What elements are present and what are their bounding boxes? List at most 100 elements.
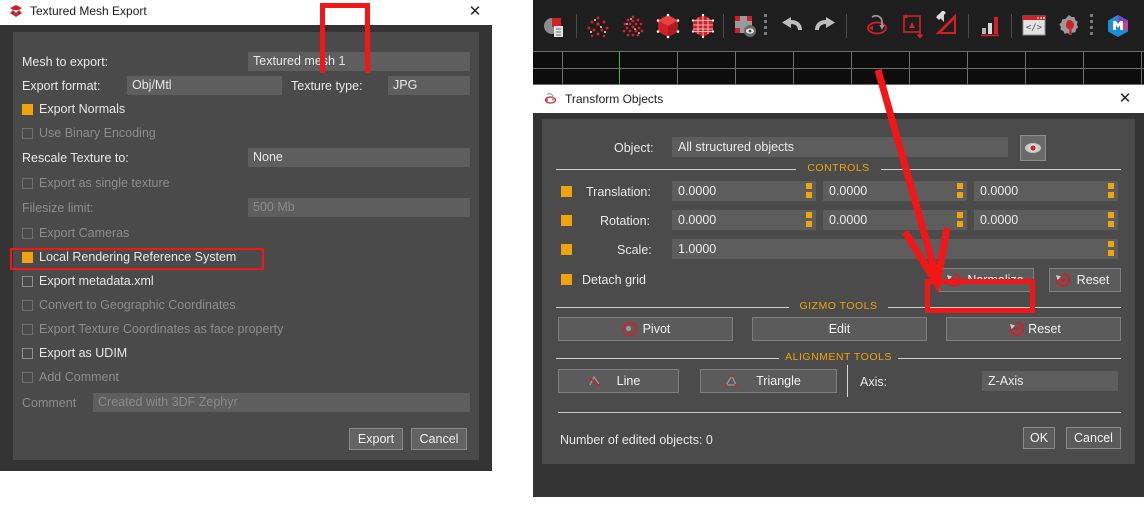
- normalize-button-label: Normalize: [949, 273, 1023, 287]
- dense-point-cloud-icon[interactable]: [618, 11, 648, 41]
- checkbox-local-rendering-reference-system[interactable]: [22, 252, 33, 263]
- object-label: Object:: [614, 139, 654, 157]
- label-export-cameras: Export Cameras: [39, 223, 129, 243]
- edited-objects-status: Number of edited objects: 0: [560, 431, 713, 449]
- checkbox-export-texture-coordinates[interactable]: [22, 324, 33, 335]
- checkbox-translation[interactable]: [561, 186, 572, 197]
- texture-type-label: Texture type:: [291, 76, 363, 96]
- checkbox-export-normals[interactable]: [22, 104, 33, 115]
- rotation-z-spinner[interactable]: [1104, 210, 1118, 230]
- filesize-limit-field[interactable]: 500 Mb: [248, 198, 470, 217]
- translation-x-spinner[interactable]: [802, 181, 816, 201]
- code-icon[interactable]: </>: [1019, 11, 1049, 41]
- axis-label: Axis:: [860, 373, 887, 391]
- transform-objects-dialog: Transform Objects ✕ Object: All structur…: [533, 85, 1144, 497]
- export-format-field[interactable]: Obj/Mtl: [127, 76, 282, 95]
- mesh-to-export-field[interactable]: Textured mesh 1: [248, 52, 470, 71]
- measure-icon[interactable]: [933, 11, 963, 41]
- cancel-button[interactable]: Cancel: [411, 428, 467, 450]
- checkbox-add-comment[interactable]: [22, 372, 33, 383]
- translation-y-spinner[interactable]: [953, 181, 967, 201]
- export-dialog-body: Mesh to export: Textured mesh 1 Export f…: [0, 25, 492, 471]
- alignment-line-button[interactable]: Line: [558, 369, 679, 393]
- transform-dialog-close-icon[interactable]: ✕: [1116, 90, 1134, 108]
- alignment-triangle-button[interactable]: Triangle: [700, 369, 837, 393]
- project-icon[interactable]: [541, 11, 571, 41]
- checkbox-export-metadata-xml[interactable]: [22, 276, 33, 287]
- settings-icon[interactable]: [1054, 11, 1084, 41]
- sparse-point-cloud-icon[interactable]: [583, 11, 613, 41]
- undo-icon[interactable]: [776, 11, 806, 41]
- label-add-comment: Add Comment: [39, 367, 119, 387]
- rotation-y-field[interactable]: 0.0000: [823, 210, 967, 230]
- section-controls-label: CONTROLS: [801, 162, 876, 174]
- translation-label: Translation:: [586, 183, 651, 201]
- object-field[interactable]: All structured objects: [672, 137, 1008, 157]
- transform-objects-icon[interactable]: [863, 11, 893, 41]
- statistics-icon[interactable]: [976, 11, 1006, 41]
- normalize-button[interactable]: Normalize: [939, 268, 1034, 292]
- bounding-box-icon[interactable]: [898, 11, 928, 41]
- comment-field[interactable]: Created with 3DF Zephyr: [93, 393, 470, 412]
- gizmo-reset-button[interactable]: Reset: [946, 317, 1121, 341]
- object-visibility-button[interactable]: [1020, 135, 1046, 161]
- eye-icon: [1021, 136, 1045, 160]
- translation-y-field[interactable]: 0.0000: [823, 181, 967, 201]
- section-gizmo-tools-label: GIZMO TOOLS: [794, 300, 883, 312]
- checkbox-scale[interactable]: [561, 244, 572, 255]
- scale-field[interactable]: 1.0000: [672, 239, 1118, 259]
- gizmo-reset-label: Reset: [1006, 322, 1061, 336]
- export-format-label: Export format:: [22, 76, 101, 96]
- checkbox-use-binary-encoding[interactable]: [22, 128, 33, 139]
- label-use-binary-encoding: Use Binary Encoding: [39, 123, 156, 143]
- main-window: </>: [533, 0, 1144, 513]
- mesh-icon[interactable]: [653, 11, 683, 41]
- label-convert-geographic-coordinates: Convert to Geographic Coordinates: [39, 295, 236, 315]
- rescale-texture-label: Rescale Texture to:: [22, 148, 129, 168]
- checkbox-export-single-texture[interactable]: [22, 178, 33, 189]
- section-controls: CONTROLS: [556, 162, 1121, 176]
- ok-button[interactable]: OK: [1023, 427, 1055, 449]
- export-dialog-titlebar: Textured Mesh Export ✕: [0, 0, 492, 25]
- label-local-rendering-reference-system: Local Rendering Reference System: [39, 247, 236, 267]
- translation-z-field[interactable]: 0.0000: [974, 181, 1118, 201]
- checkbox-rotation[interactable]: [561, 215, 572, 226]
- gizmo-pivot-label: Pivot: [621, 322, 671, 336]
- rescale-texture-field[interactable]: None: [248, 148, 470, 167]
- checkbox-export-cameras[interactable]: [22, 228, 33, 239]
- translation-x-field[interactable]: 0.0000: [672, 181, 816, 201]
- export-button[interactable]: Export: [349, 428, 403, 450]
- transform-cancel-button[interactable]: Cancel: [1066, 427, 1121, 449]
- grid-axis-line-green: [619, 51, 620, 85]
- viewport-grid[interactable]: [533, 51, 1144, 85]
- checkbox-convert-geographic-coordinates[interactable]: [22, 300, 33, 311]
- zephyr-logo-icon: [8, 4, 24, 20]
- reset-transform-button[interactable]: Reset: [1049, 268, 1121, 292]
- alignment-triangle-label: Triangle: [736, 374, 801, 388]
- scale-spinner[interactable]: [1104, 239, 1118, 259]
- rotation-x-spinner[interactable]: [802, 210, 816, 230]
- toolbar-overflow-dots-2[interactable]: [1090, 14, 1093, 38]
- main-toolbar: </>: [533, 0, 1144, 51]
- transform-dialog-titlebar: Transform Objects ✕: [533, 85, 1144, 113]
- texture-type-field[interactable]: JPG: [388, 76, 470, 95]
- label-export-texture-coordinates: Export Texture Coordinates as face prope…: [39, 319, 283, 339]
- translation-z-spinner[interactable]: [1104, 181, 1118, 201]
- gizmo-pivot-button[interactable]: Pivot: [558, 317, 733, 341]
- checkbox-export-as-udim[interactable]: [22, 348, 33, 359]
- visibility-icon[interactable]: [730, 11, 760, 41]
- rotation-z-field[interactable]: 0.0000: [974, 210, 1118, 230]
- sketchfab-icon[interactable]: [1103, 11, 1133, 41]
- label-export-as-udim: Export as UDIM: [39, 343, 127, 363]
- checkbox-detach-grid[interactable]: [561, 274, 572, 285]
- toolbar-overflow-dots-1[interactable]: [764, 14, 767, 38]
- export-dialog-close-icon[interactable]: ✕: [466, 3, 484, 21]
- label-export-single-texture: Export as single texture: [39, 173, 170, 193]
- rotation-y-spinner[interactable]: [953, 210, 967, 230]
- rotation-x-field[interactable]: 0.0000: [672, 210, 816, 230]
- mesh-to-export-label: Mesh to export:: [22, 52, 108, 72]
- redo-icon[interactable]: [811, 11, 841, 41]
- axis-field[interactable]: Z-Axis: [982, 371, 1118, 391]
- textured-mesh-icon[interactable]: [688, 11, 718, 41]
- gizmo-edit-button[interactable]: Edit: [752, 317, 927, 341]
